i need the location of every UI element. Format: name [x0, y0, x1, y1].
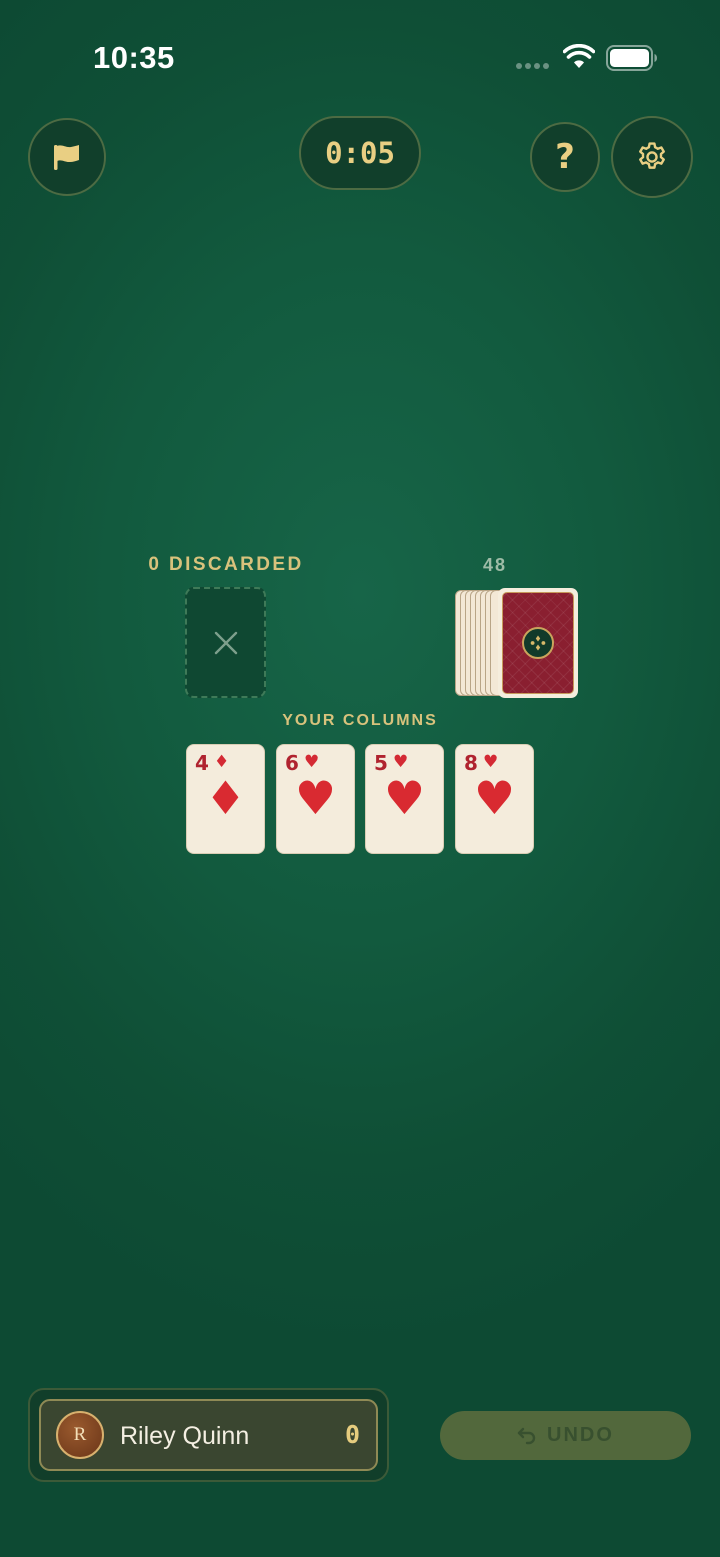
heart-suit-icon: ♥ [393, 752, 409, 772]
player-score: 0 [344, 1420, 360, 1449]
player-card: R Riley Quinn 0 [39, 1399, 378, 1471]
gear-icon [639, 142, 665, 169]
column-card[interactable]: 4 ♦ ♦ [186, 744, 265, 854]
diamond-suit-icon: ♦ [204, 771, 247, 825]
settings-button[interactable] [611, 116, 693, 198]
deck-count: 48 [482, 555, 508, 575]
suits-icon [530, 635, 546, 651]
status-time: 10:35 [93, 40, 175, 75]
game-timer: 0:05 [299, 116, 421, 190]
discard-pile[interactable] [185, 587, 266, 698]
battery-icon [606, 45, 657, 71]
deck-top-card[interactable] [498, 588, 578, 698]
diamond-suit-icon: ♦ [214, 752, 230, 772]
player-panel: R Riley Quinn 0 [28, 1388, 389, 1482]
discard-count-label: 0 DISCARDED [148, 554, 304, 575]
column-card[interactable]: 8 ♥ ♥ [455, 744, 534, 854]
flag-icon [54, 145, 79, 170]
column-card[interactable]: 5 ♥ ♥ [365, 744, 444, 854]
wifi-icon [563, 44, 595, 68]
close-icon [214, 631, 237, 654]
help-icon: ? [555, 137, 575, 177]
heart-suit-icon: ♥ [473, 771, 516, 825]
avatar: R [56, 1411, 104, 1459]
column-card[interactable]: 6 ♥ ♥ [276, 744, 355, 854]
heart-suit-icon: ♥ [383, 771, 426, 825]
card-back-emblem [522, 627, 554, 659]
undo-button[interactable]: UNDO [440, 1411, 691, 1460]
help-button[interactable]: ? [530, 122, 600, 192]
columns-label: YOUR COLUMNS [282, 712, 438, 729]
undo-label: UNDO [547, 1424, 614, 1446]
card-back-pattern [502, 592, 574, 694]
player-name: Riley Quinn [120, 1422, 250, 1450]
heart-suit-icon: ♥ [304, 752, 320, 772]
heart-suit-icon: ♥ [294, 771, 337, 825]
undo-icon [517, 1427, 536, 1444]
flag-button[interactable] [28, 118, 106, 196]
heart-suit-icon: ♥ [483, 752, 499, 772]
